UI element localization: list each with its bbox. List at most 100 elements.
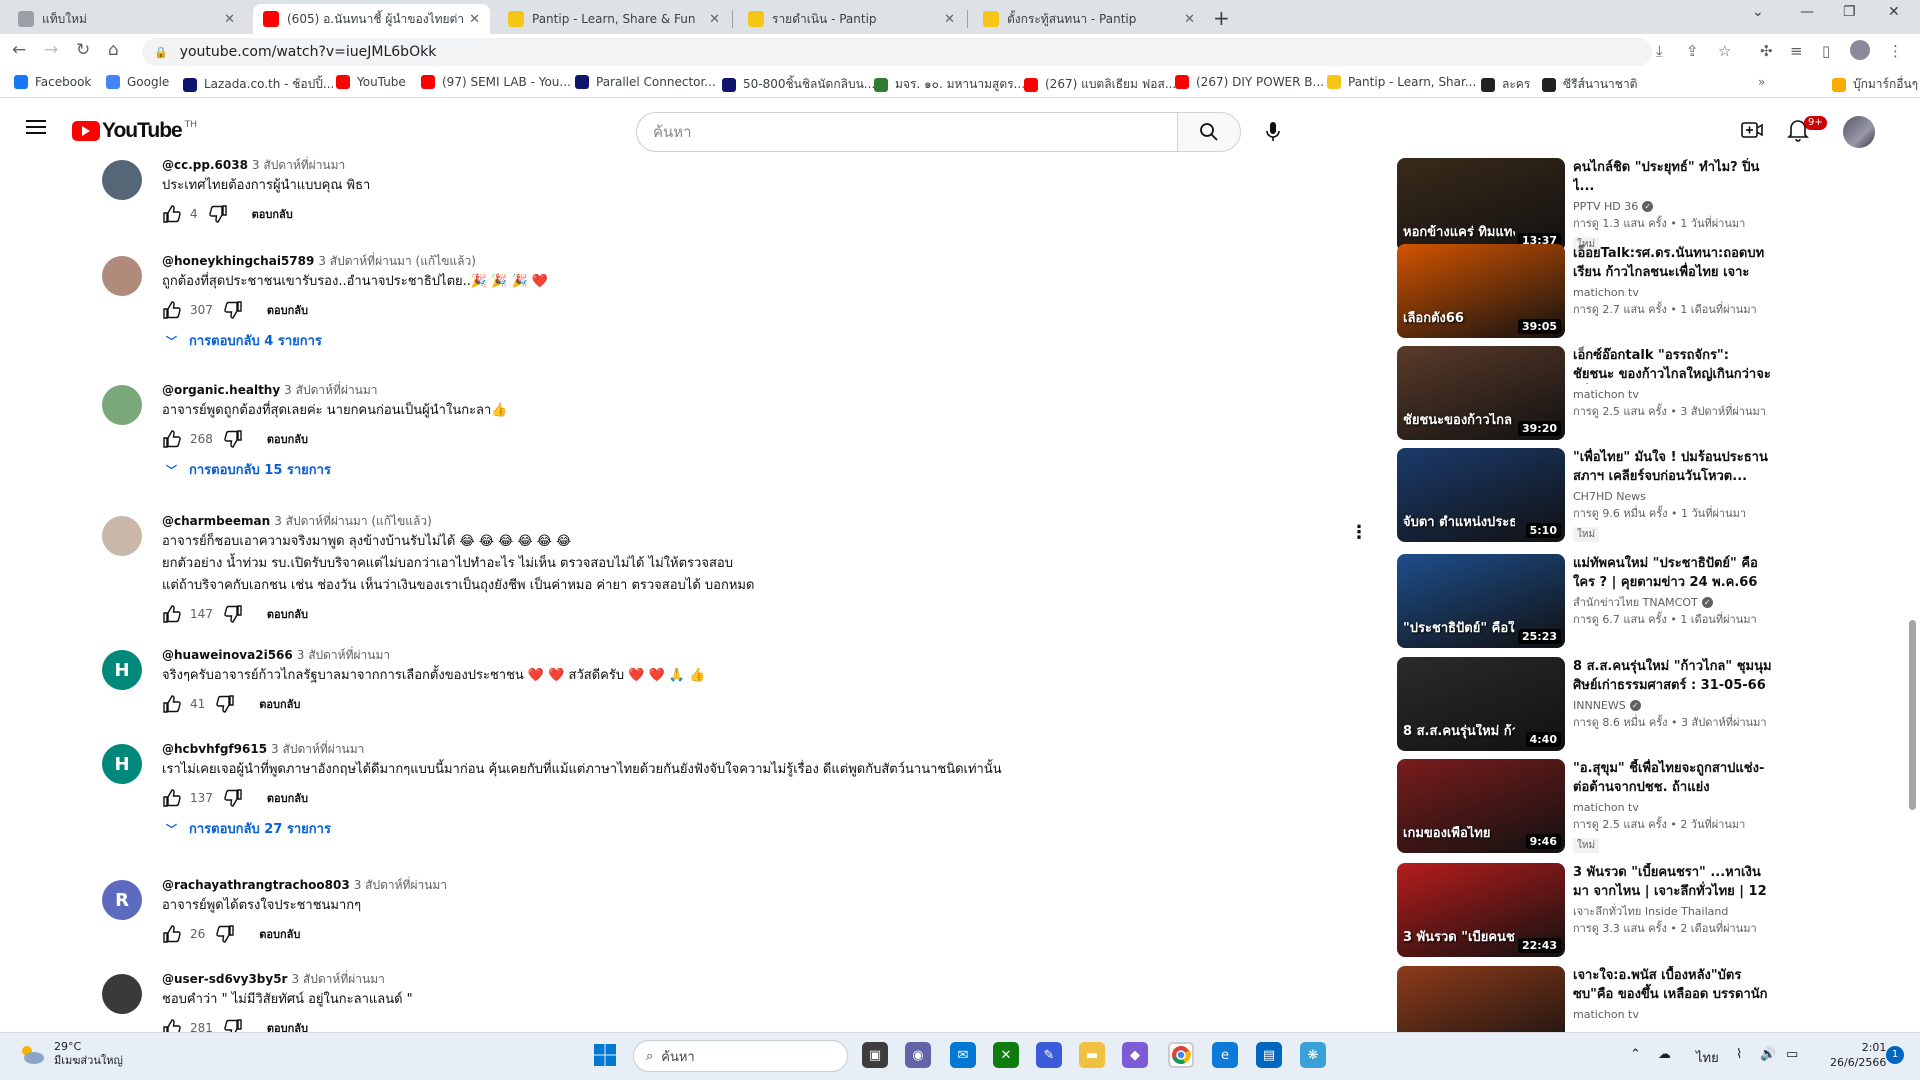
volume-icon[interactable]: 🔊 xyxy=(1760,1047,1776,1062)
video-title[interactable]: 3 พันรวด "เบี้ยคนชรา" ...หาเงินมา จากไหน… xyxy=(1573,863,1773,901)
browser-tab[interactable]: (605) อ.นันทนาชี้ ผู้นำของไทยต่างกับผู้น… xyxy=(253,4,490,34)
weather-widget[interactable]: 29°C มีเมฆส่วนใหญ่ xyxy=(18,1040,123,1068)
commenter-avatar[interactable] xyxy=(102,516,142,556)
video-thumbnail[interactable]: "ประชาธิปัตย์" คือใ 25:23 xyxy=(1397,554,1565,648)
comment-author[interactable]: @huaweinova2i566 xyxy=(162,648,293,662)
commenter-avatar[interactable]: R xyxy=(102,880,142,920)
channel-name[interactable]: matichon tv xyxy=(1573,284,1639,301)
comment-author[interactable]: @cc.pp.6038 xyxy=(162,158,248,172)
new-tab-button[interactable]: + xyxy=(1213,6,1230,30)
video-thumbnail[interactable]: 8 ส.ส.คนรุ่นใหม่ ก้าวไกล 4:40 xyxy=(1397,657,1565,751)
commenter-avatar[interactable]: H xyxy=(102,744,142,784)
like-icon[interactable] xyxy=(162,429,182,449)
comment-timestamp[interactable]: 3 สัปดาห์ที่ผ่านมา xyxy=(297,648,390,662)
like-icon[interactable] xyxy=(162,204,182,224)
commenter-avatar[interactable] xyxy=(102,974,142,1014)
video-channel[interactable]: PPTV HD 36 ✓ xyxy=(1573,198,1773,215)
minimize-button[interactable]: — xyxy=(1800,4,1814,20)
reply-button[interactable]: ตอบกลับ xyxy=(259,785,316,811)
comment-timestamp[interactable]: 3 สัปดาห์ที่ผ่านมา xyxy=(284,383,377,397)
reply-button[interactable]: ตอบกลับ xyxy=(259,426,316,452)
tab-close-icon[interactable]: ✕ xyxy=(709,12,720,27)
bookmark-item[interactable]: (97) SEMI LAB - You... xyxy=(421,75,571,89)
commenter-avatar[interactable] xyxy=(102,385,142,425)
video-thumbnail[interactable]: เกมของเพื่อไทย 9:46 xyxy=(1397,759,1565,853)
create-button[interactable] xyxy=(1740,118,1764,146)
browser-tab[interactable]: ตั้งกระทู้สนทนา - Pantip ✕ xyxy=(973,4,1205,34)
home-icon[interactable]: ⌂ xyxy=(108,40,119,60)
comment-author[interactable]: @charmbeeman xyxy=(162,514,270,528)
video-thumbnail[interactable]: เลือกตั้ง66 39:05 xyxy=(1397,244,1565,338)
comment-author[interactable]: @organic.healthy xyxy=(162,383,280,397)
battery-icon[interactable]: ▭ xyxy=(1786,1047,1798,1062)
video-thumbnail[interactable]: หอกข้างแคร่ ทิ่มแทงใจ "ประยุ13:37 xyxy=(1397,158,1565,252)
tab-close-icon[interactable]: ✕ xyxy=(469,12,480,27)
edge-icon[interactable]: e xyxy=(1212,1042,1238,1068)
tab-close-icon[interactable]: ✕ xyxy=(944,12,955,27)
video-title[interactable]: เอ็กซ์อ๊อกtalk "อรรถจักร": ชัยชนะ ของก้า… xyxy=(1573,346,1773,384)
channel-name[interactable]: สำนักข่าวไทย TNAMCOT xyxy=(1573,594,1698,611)
dislike-icon[interactable] xyxy=(223,788,243,808)
video-channel[interactable]: matichon tv xyxy=(1573,386,1773,403)
comment-timestamp[interactable]: 3 สัปดาห์ที่ผ่านมา (แก้ไขแล้ว) xyxy=(318,254,476,268)
show-hidden-icons[interactable]: ⌃ xyxy=(1630,1047,1641,1062)
system-clock[interactable]: 2:01 26/6/2566 xyxy=(1830,1040,1886,1070)
bookmark-star-icon[interactable]: ☆ xyxy=(1718,42,1731,60)
copilot-icon[interactable]: ◆ xyxy=(1122,1042,1148,1068)
extensions-icon[interactable]: ✣ xyxy=(1760,42,1773,60)
tab-close-icon[interactable]: ✕ xyxy=(224,12,235,27)
bookmark-item[interactable]: YouTube xyxy=(336,75,406,89)
maximize-button[interactable]: ❐ xyxy=(1843,4,1856,20)
reply-button[interactable]: ตอบกลับ xyxy=(251,921,308,947)
back-icon[interactable]: ← xyxy=(12,40,26,60)
bookmark-item[interactable]: ซีรีส์นานาชาติ xyxy=(1542,75,1637,94)
browser-tab[interactable]: แท็บใหม่ ✕ xyxy=(8,4,245,34)
scrollbar-track[interactable] xyxy=(1906,156,1920,1032)
profile-avatar[interactable] xyxy=(1850,40,1870,60)
video-title[interactable]: คนไกล์ชิด "ประยุทธ์" ทำไม? ปิ่นไ... xyxy=(1573,158,1773,196)
task-view-icon[interactable]: ▣ xyxy=(862,1042,888,1068)
close-window-button[interactable]: ✕ xyxy=(1888,4,1900,20)
video-title[interactable]: เอ็อยTalk:รศ.ดร.นันทนา:ถอดบท เรียน ก้าวไ… xyxy=(1573,244,1773,282)
chat-icon[interactable]: ◉ xyxy=(905,1042,931,1068)
install-icon[interactable]: ⤓ xyxy=(1656,42,1663,60)
like-icon[interactable] xyxy=(162,924,182,944)
view-replies-button[interactable]: ﹀ การตอบกลับ 15 รายการ xyxy=(162,459,1342,480)
video-title[interactable]: "เพื่อไทย" มันใจ ! ปมร้อนประธาน สภาฯ เคล… xyxy=(1573,448,1773,486)
video-thumbnail[interactable]: 3 พันรวด "เบี้ยคนชรา"22:43 xyxy=(1397,863,1565,957)
commenter-avatar[interactable] xyxy=(102,256,142,296)
dislike-icon[interactable] xyxy=(223,429,243,449)
video-channel[interactable]: matichon tv xyxy=(1573,284,1773,301)
commenter-avatar[interactable]: H xyxy=(102,650,142,690)
reload-icon[interactable]: ↻ xyxy=(76,40,90,60)
view-replies-button[interactable]: ﹀ การตอบกลับ 27 รายการ xyxy=(162,818,1342,839)
comment-more-actions-icon[interactable]: ⋮ xyxy=(1350,522,1368,543)
browser-tab[interactable]: Pantip - Learn, Share & Fun ✕ xyxy=(498,4,730,34)
taskbar-search[interactable]: ⌕ ค้นหา xyxy=(633,1040,848,1072)
video-channel[interactable]: matichon tv xyxy=(1573,1006,1773,1023)
comment-author[interactable]: @hcbvhfgf9615 xyxy=(162,742,267,756)
bookmark-item[interactable]: มจร. ๑๐. มหานามสูตร... xyxy=(874,75,1025,94)
bookmark-item[interactable]: (267) แบตลิเธียม ฟอส... xyxy=(1024,75,1176,94)
bookmark-item[interactable]: Pantip - Learn, Shar... xyxy=(1327,75,1476,89)
channel-name[interactable]: CH7HD News xyxy=(1573,488,1646,505)
reply-button[interactable]: ตอบกลับ xyxy=(259,297,316,323)
photos-app-icon[interactable]: ❋ xyxy=(1300,1042,1326,1068)
comment-timestamp[interactable]: 3 สัปดาห์ที่ผ่านมา xyxy=(252,158,345,172)
channel-name[interactable]: INNNEWS xyxy=(1573,697,1626,714)
video-channel[interactable]: เจาะลึกทั่วไทย Inside Thailand xyxy=(1573,903,1773,920)
menu-icon[interactable]: ⋮ xyxy=(1888,42,1903,60)
address-bar[interactable]: 🔒 youtube.com/watch?v=iueJML6bOkk xyxy=(142,38,1652,66)
xbox-icon[interactable]: ✕ xyxy=(993,1042,1019,1068)
bookmark-item[interactable]: ละคร xyxy=(1481,75,1530,94)
view-replies-button[interactable]: ﹀ การตอบกลับ 4 รายการ xyxy=(162,330,1342,351)
video-title[interactable]: 8 ส.ส.คนรุ่นใหม่ "ก้าวไกล" ชุมนุม ศิษย์เ… xyxy=(1573,657,1773,695)
reply-button[interactable]: ตอบกลับ xyxy=(251,691,308,717)
notification-center-badge[interactable]: 1 xyxy=(1886,1046,1904,1064)
side-panel-icon[interactable]: ▯ xyxy=(1822,42,1830,60)
video-title[interactable]: "อ.สุขุม" ชี้เพื่อไทยจะถูกสาปแช่ง- ต่อต้… xyxy=(1573,759,1773,797)
language-indicator[interactable]: ไทย xyxy=(1696,1047,1719,1068)
dislike-icon[interactable] xyxy=(223,604,243,624)
forward-icon[interactable]: → xyxy=(44,40,58,60)
video-title[interactable]: แม่ทัพคนใหม่ "ประชาธิปัตย์" คือ ใคร ? | … xyxy=(1573,554,1773,592)
